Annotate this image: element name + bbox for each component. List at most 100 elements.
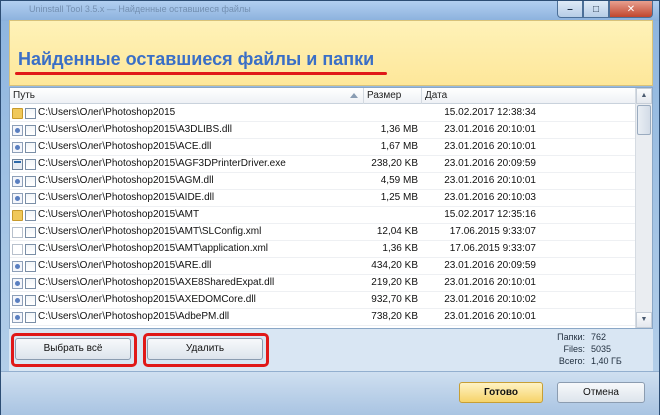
row-path: C:\Users\Олег\Photoshop2015\AXE8SharedEx… (38, 277, 275, 288)
row-checkbox[interactable] (25, 278, 36, 289)
row-checkbox[interactable] (25, 295, 36, 306)
row-size: 434,20 KB (371, 260, 418, 271)
table-row[interactable]: C:\Users\Олег\Photoshop2015\ACE.dll 1,67 … (10, 139, 636, 156)
dll-file-icon (12, 278, 23, 289)
row-size: 238,20 KB (371, 158, 418, 169)
close-icon[interactable]: ✕ (609, 1, 653, 18)
minimize-icon[interactable]: – (557, 1, 583, 18)
dialog-window: Uninstall Tool 3.5.x — Найденные оставши… (0, 0, 660, 415)
dll-file-icon (12, 312, 23, 323)
stat-total-value: 1,40 ГБ (591, 356, 622, 366)
delete-highlight-annotation (143, 333, 269, 367)
stat-files-label: Files: (563, 344, 585, 354)
table-row[interactable]: C:\Users\Олег\Photoshop2015\AdbePM.dll 73… (10, 309, 636, 326)
row-size: 219,20 KB (371, 277, 418, 288)
row-path: C:\Users\Олег\Photoshop2015\ACE.dll (38, 141, 212, 152)
column-header-size[interactable]: Размер (364, 88, 422, 104)
leftover-files-list[interactable]: Путь Размер Дата C:\Users\Олег\Photoshop… (9, 87, 653, 329)
row-size: 1,36 MB (380, 124, 418, 135)
row-checkbox[interactable] (25, 159, 36, 170)
table-row[interactable]: C:\Users\Олег\Photoshop2015\AXE8SharedEx… (10, 275, 636, 292)
done-button[interactable]: Готово (459, 382, 543, 403)
row-checkbox[interactable] (25, 244, 36, 255)
table-row[interactable]: C:\Users\Олег\Photoshop2015\ARE.dll 434,2… (10, 258, 636, 275)
exe-file-icon (12, 159, 23, 170)
row-size (364, 207, 420, 224)
action-panel: Выбрать всё Удалить Папки: 762 Files: 50… (9, 329, 653, 371)
table-row[interactable]: C:\Users\Олег\Photoshop2015\AMT\applicat… (10, 241, 636, 258)
row-size: 1,25 MB (380, 192, 418, 203)
cancel-button[interactable]: Отмена (557, 382, 645, 403)
column-header-path[interactable]: Путь (10, 88, 364, 104)
row-path: C:\Users\Олег\Photoshop2015\AMT\SLConfig… (38, 226, 262, 237)
row-path: C:\Users\Олег\Photoshop2015\AIDE.dll (38, 192, 215, 203)
table-row[interactable]: C:\Users\Олег\Photoshop2015\AXEDOMCore.d… (10, 292, 636, 309)
row-date: 23.01.2016 20:10:01 (444, 141, 536, 152)
select-all-highlight-annotation (11, 333, 137, 367)
row-checkbox[interactable] (25, 261, 36, 272)
row-date: 17.06.2015 9:33:07 (449, 226, 536, 237)
dll-file-icon (12, 125, 23, 136)
xml-file-icon (12, 227, 23, 238)
xml-file-icon (12, 244, 23, 255)
window-controls: – □ ✕ (557, 1, 653, 19)
row-checkbox[interactable] (25, 108, 36, 119)
dll-file-icon (12, 142, 23, 153)
page-title: Найденные оставшиеся файлы и папки (18, 49, 375, 69)
row-path: C:\Users\Олег\Photoshop2015\AMT (38, 209, 200, 220)
vertical-scrollbar[interactable]: ▲ ▼ (635, 88, 652, 328)
table-row[interactable]: C:\Users\Олег\Photoshop2015\AIDE.dll 1,25… (10, 190, 636, 207)
row-date: 15.02.2017 12:38:34 (444, 107, 536, 118)
row-size: 4,59 MB (380, 175, 418, 186)
sort-ascending-icon (350, 93, 358, 98)
row-size: 738,20 KB (371, 311, 418, 322)
table-row[interactable]: C:\Users\Олег\Photoshop2015\A3DLIBS.dll 1… (10, 122, 636, 139)
row-date: 23.01.2016 20:10:01 (444, 175, 536, 186)
list-header: Путь Размер Дата (10, 88, 652, 104)
window-title: Uninstall Tool 3.5.x — Найденные оставши… (29, 4, 251, 14)
row-checkbox[interactable] (25, 193, 36, 204)
row-checkbox[interactable] (25, 210, 36, 221)
row-date: 23.01.2016 20:09:59 (444, 260, 536, 271)
row-checkbox[interactable] (25, 176, 36, 187)
title-bar: Uninstall Tool 3.5.x — Найденные оставши… (1, 1, 659, 21)
row-path: C:\Users\Олег\Photoshop2015\AGM.dll (38, 175, 214, 186)
table-row[interactable]: C:\Users\Олег\Photoshop2015\AMT 15.02.201… (10, 207, 636, 224)
row-path: C:\Users\Олег\Photoshop2015 (38, 107, 176, 118)
dll-file-icon (12, 295, 23, 306)
row-checkbox[interactable] (25, 125, 36, 136)
column-header-path-label: Путь (13, 90, 35, 101)
dll-file-icon (12, 193, 23, 204)
stat-folders: Папки: 762 (529, 332, 649, 344)
table-row[interactable]: C:\Users\Олег\Photoshop2015\AMT\SLConfig… (10, 224, 636, 241)
folder-icon (12, 108, 23, 119)
list-rows: C:\Users\Олег\Photoshop2015 15.02.2017 12… (10, 105, 636, 328)
stat-total: Всего: 1,40 ГБ (529, 356, 649, 368)
dialog-footer: Готово Отмена (1, 371, 659, 415)
stat-files: Files: 5035 (529, 344, 649, 356)
row-date: 23.01.2016 20:10:01 (444, 124, 536, 135)
row-date: 23.01.2016 20:10:02 (444, 294, 536, 305)
header-banner: Найденные оставшиеся файлы и папки (9, 20, 653, 86)
row-date: 23.01.2016 20:10:03 (444, 192, 536, 203)
maximize-icon[interactable]: □ (583, 1, 609, 18)
row-path: C:\Users\Олег\Photoshop2015\AXEDOMCore.d… (38, 294, 256, 305)
row-size: 1,36 KB (382, 243, 418, 254)
table-row[interactable]: C:\Users\Олег\Photoshop2015 15.02.2017 12… (10, 105, 636, 122)
row-size: 932,70 KB (371, 294, 418, 305)
row-checkbox[interactable] (25, 142, 36, 153)
row-checkbox[interactable] (25, 227, 36, 238)
scrollbar-thumb[interactable] (637, 105, 651, 135)
row-path: C:\Users\Олег\Photoshop2015\AMT\applicat… (38, 243, 269, 254)
row-checkbox[interactable] (25, 312, 36, 323)
table-row[interactable]: C:\Users\Олег\Photoshop2015\AGM.dll 4,59 … (10, 173, 636, 190)
scroll-down-icon[interactable]: ▼ (636, 312, 652, 328)
row-date: 23.01.2016 20:10:01 (444, 277, 536, 288)
scroll-up-icon[interactable]: ▲ (636, 88, 652, 104)
title-underline-annotation (15, 72, 387, 75)
row-size (364, 105, 420, 122)
table-row[interactable]: C:\Users\Олег\Photoshop2015\AGF3DPrinter… (10, 156, 636, 173)
stat-total-label: Всего: (558, 356, 585, 366)
column-header-date[interactable]: Дата (422, 88, 634, 104)
row-size: 1,67 MB (380, 141, 418, 152)
